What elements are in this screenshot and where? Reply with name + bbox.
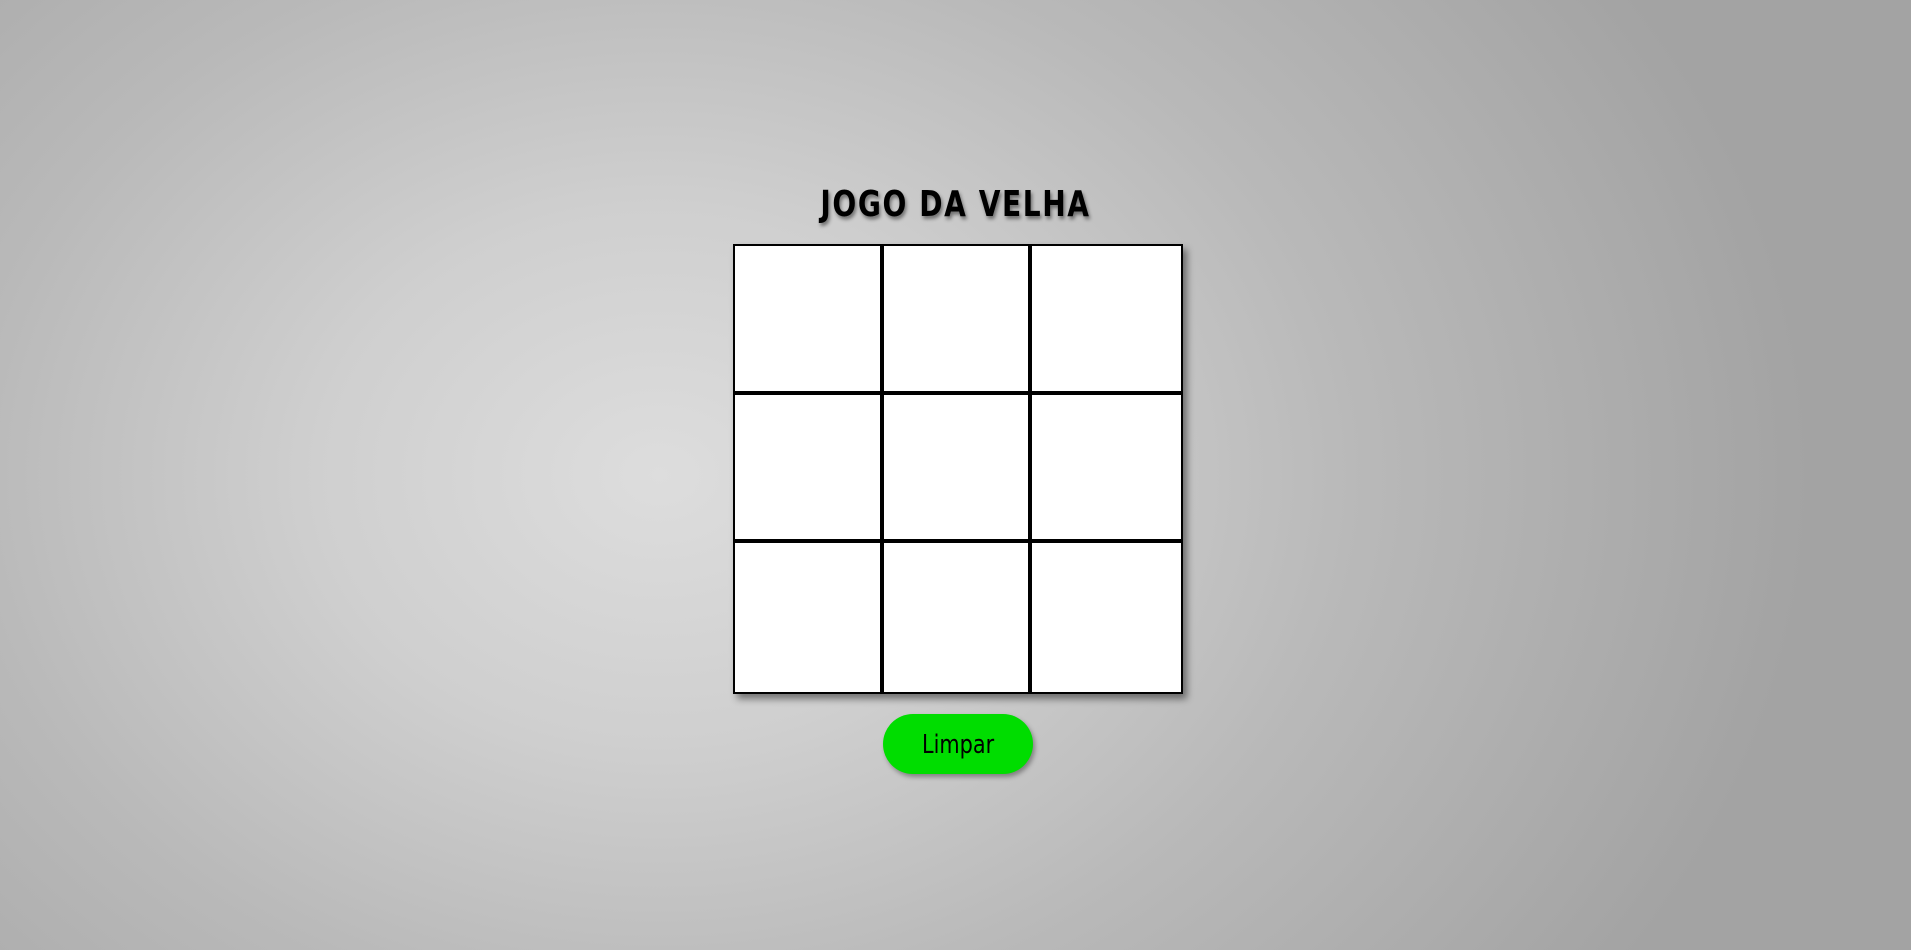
clear-button[interactable]: Limpar bbox=[883, 714, 1033, 774]
board-cell-7[interactable] bbox=[735, 543, 884, 692]
tic-tac-toe-board bbox=[733, 244, 1183, 694]
board-cell-3[interactable] bbox=[1032, 246, 1181, 395]
board-cell-4[interactable] bbox=[735, 394, 884, 544]
board-cell-1[interactable] bbox=[735, 246, 884, 395]
board-cell-9[interactable] bbox=[1032, 543, 1181, 692]
board-cell-5[interactable] bbox=[883, 394, 1033, 544]
board-cell-8[interactable] bbox=[883, 543, 1033, 692]
page-title: JOGO DA VELHA bbox=[820, 184, 1091, 225]
board-cell-2[interactable] bbox=[883, 246, 1033, 395]
board-cell-6[interactable] bbox=[1032, 394, 1181, 544]
clear-button-label: Limpar bbox=[921, 730, 995, 760]
